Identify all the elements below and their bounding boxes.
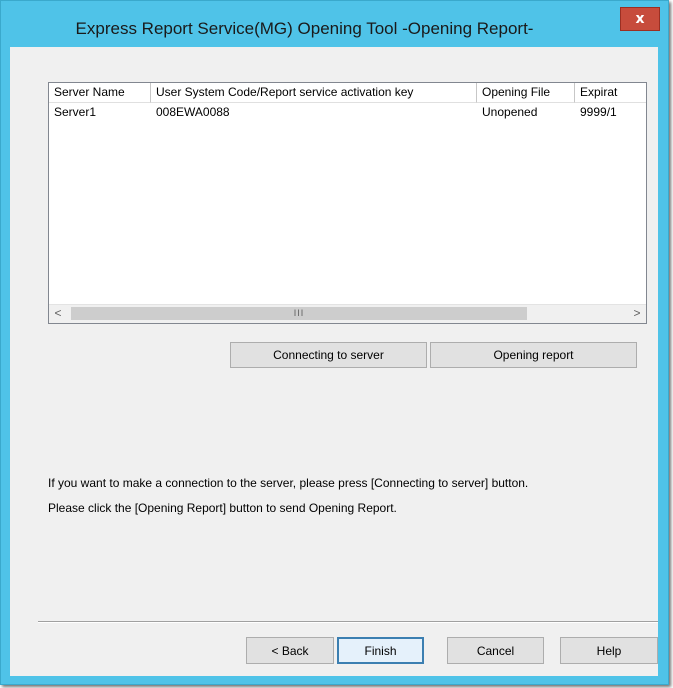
dialog-client-area: Server Name User System Code/Report serv…	[10, 47, 658, 676]
back-button[interactable]: < Back	[246, 637, 334, 664]
table-row[interactable]: Server1 008EWA0088 Unopened 9999/1	[49, 103, 646, 121]
column-opening-file[interactable]: Opening File	[477, 83, 575, 103]
cell-opening-file: Unopened	[482, 105, 538, 119]
title-bar[interactable]: Express Report Service(MG) Opening Tool …	[1, 1, 668, 38]
server-list[interactable]: Server Name User System Code/Report serv…	[48, 82, 647, 324]
column-expiration[interactable]: Expirat	[575, 83, 646, 103]
instruction-line-2: Please click the [Opening Report] button…	[48, 501, 397, 515]
cell-expiration: 9999/1	[580, 105, 617, 119]
cell-server-name: Server1	[54, 105, 97, 119]
finish-button[interactable]: Finish	[337, 637, 424, 664]
list-header: Server Name User System Code/Report serv…	[49, 83, 646, 103]
cancel-button[interactable]: Cancel	[447, 637, 544, 664]
cell-system-code: 008EWA0088	[156, 105, 230, 119]
column-system-code[interactable]: User System Code/Report service activati…	[151, 83, 477, 103]
footer-separator	[38, 621, 658, 623]
window-title: Express Report Service(MG) Opening Tool …	[75, 19, 534, 38]
scroll-thumb[interactable]: III	[71, 307, 527, 320]
horizontal-scrollbar[interactable]: < III >	[49, 304, 646, 323]
column-server-name[interactable]: Server Name	[49, 83, 151, 103]
scroll-left-icon[interactable]: <	[49, 305, 67, 323]
scroll-right-icon[interactable]: >	[628, 305, 646, 323]
connect-to-server-button[interactable]: Connecting to server	[230, 342, 427, 368]
help-button[interactable]: Help	[560, 637, 658, 664]
instruction-line-1: If you want to make a connection to the …	[48, 476, 529, 490]
opening-report-button[interactable]: Opening report	[430, 342, 637, 368]
dialog-window: Express Report Service(MG) Opening Tool …	[0, 0, 669, 685]
close-button[interactable]: x	[620, 7, 660, 31]
